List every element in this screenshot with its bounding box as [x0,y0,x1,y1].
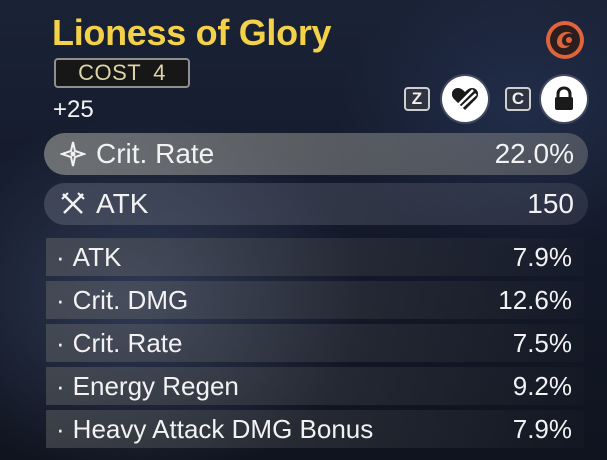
sub-stat-label: Heavy Attack DMG Bonus [72,413,374,444]
heart-slash-icon [451,86,479,112]
discard-button[interactable] [442,76,488,122]
sub-stat-label: ATK [72,241,122,272]
sub-stat-label: Crit. DMG [72,284,189,315]
lock-icon [553,86,575,112]
bullet-icon: · [56,327,65,358]
atk-swords-icon [60,191,86,217]
lock-hotkey: C [505,87,531,111]
sub-stat-row: · Crit. Rate 7.5% [46,324,584,362]
crit-rate-icon [60,141,86,167]
sub-stat-value: 7.9% [512,413,572,444]
sub-stat-row: · Heavy Attack DMG Bonus 7.9% [46,410,584,448]
main-stat-label: Crit. Rate [96,138,215,169]
main-stat-row: Crit. Rate 22.0% [44,133,588,175]
echo-name: Lioness of Glory [52,12,332,53]
sub-stat-row: · Crit. DMG 12.6% [46,281,584,319]
cost-value: 4 [153,60,166,85]
sub-stat-value: 7.5% [512,327,572,358]
sub-stat-value: 9.2% [512,370,572,401]
sub-stat-row: · ATK 7.9% [46,238,584,276]
cost-label: COST [78,60,142,85]
secondary-main-stat-row: ATK 150 [44,183,588,225]
secondary-main-stat-label: ATK [96,188,149,219]
bullet-icon: · [56,413,65,444]
sub-stat-label: Energy Regen [72,370,239,401]
sub-stat-value: 7.9% [512,241,572,272]
secondary-main-stat-value: 150 [527,188,574,219]
sonata-set-icon [545,20,585,60]
sub-stat-value: 12.6% [498,284,572,315]
lock-button[interactable] [541,76,587,122]
echo-level: +25 [53,96,94,123]
bullet-icon: · [56,370,65,401]
cost-badge: COST 4 [54,58,190,88]
discard-hotkey: Z [404,87,430,111]
sub-stat-row: · Energy Regen 9.2% [46,367,584,405]
sub-stat-label: Crit. Rate [72,327,183,358]
main-stat-value: 22.0% [494,138,574,169]
bullet-icon: · [56,241,65,272]
bullet-icon: · [56,284,65,315]
